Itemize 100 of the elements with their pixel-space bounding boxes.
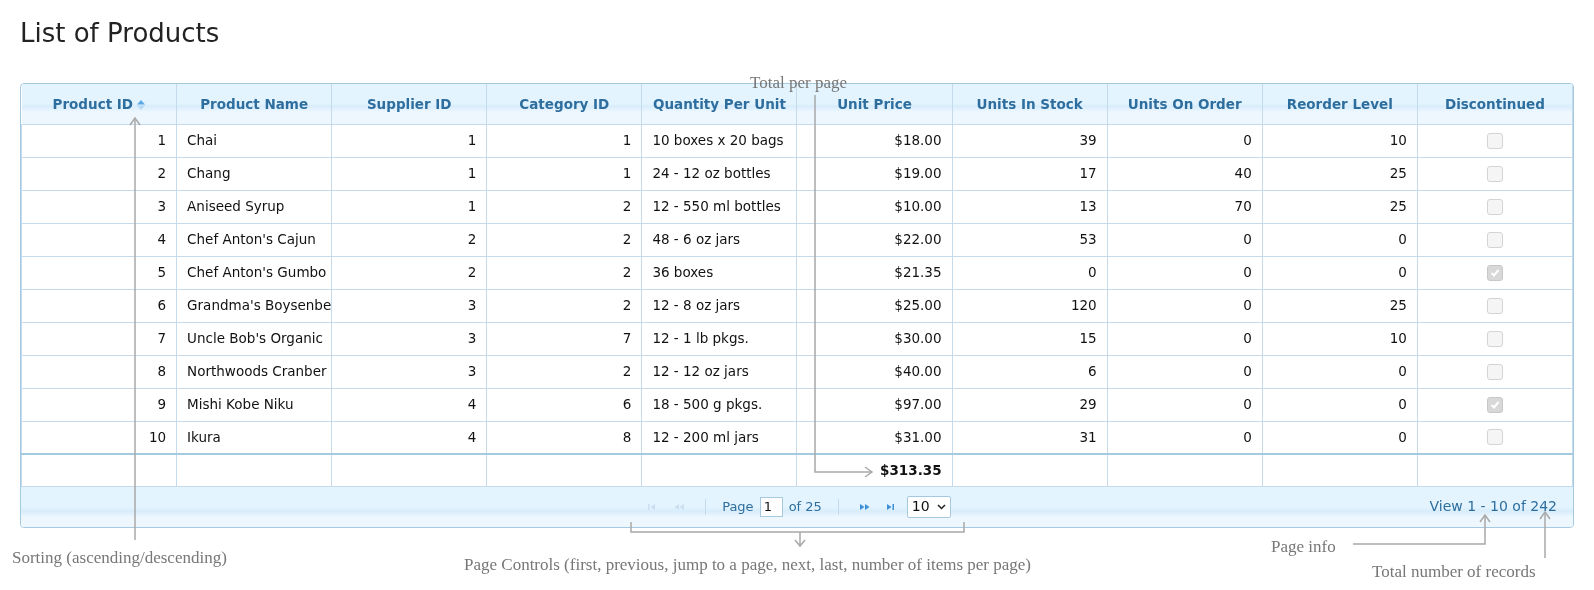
table-cell: 2 — [331, 223, 487, 256]
page-size-select[interactable]: 10 — [906, 495, 951, 518]
page-label: Page — [722, 497, 754, 516]
table-cell: 0 — [1262, 256, 1418, 289]
column-header[interactable]: Units On Order — [1107, 84, 1263, 124]
table-cell: 10 — [1262, 124, 1418, 157]
double-arrow-icon — [858, 501, 871, 512]
table-cell: 29 — [952, 388, 1108, 421]
callout-label: Page info — [1271, 536, 1336, 558]
table-cell: 24 - 12 oz bottles — [641, 157, 797, 190]
table-cell: 2 — [486, 355, 642, 388]
table-cell: 1 — [331, 190, 487, 223]
checkbox[interactable] — [1486, 297, 1503, 314]
checkbox[interactable] — [1486, 198, 1503, 215]
checkbox[interactable] — [1486, 264, 1503, 281]
table-cell: 2 — [21, 157, 177, 190]
checkbox[interactable] — [1486, 165, 1503, 182]
column-header[interactable]: Units In Stock — [952, 84, 1108, 124]
skip-icon — [884, 501, 897, 512]
table-cell: 1 — [486, 157, 642, 190]
table-cell: 6 — [21, 289, 177, 322]
table-cell: 13 — [952, 190, 1108, 223]
table-cell: 0 — [1107, 322, 1263, 355]
table-cell: 12 - 550 ml bottles — [641, 190, 797, 223]
table-cell: $19.00 — [796, 157, 953, 190]
table-cell: 1 — [331, 157, 487, 190]
table-cell: 10 — [21, 421, 177, 454]
table-cell: 25 — [1262, 289, 1418, 322]
callout-label: Total number of records — [1372, 561, 1536, 583]
table-cell: Chef Anton's Cajun — [176, 223, 332, 256]
table-cell: $25.00 — [796, 289, 953, 322]
page-info: View 1 - 10 of 242 — [1429, 497, 1557, 516]
table-cell: $10.00 — [796, 190, 953, 223]
table-cell: $40.00 — [796, 355, 953, 388]
table-cell: 0 — [1107, 223, 1263, 256]
table-cell: 25 — [1262, 157, 1418, 190]
table-cell: 2 — [486, 223, 642, 256]
page-title: List of Products — [20, 17, 220, 50]
table-cell: 12 - 12 oz jars — [641, 355, 797, 388]
chevron-down-icon — [936, 503, 946, 510]
table-cell: 0 — [1262, 223, 1418, 256]
table-cell: 15 — [952, 322, 1108, 355]
page-count: of 25 — [788, 497, 822, 516]
table-cell: 2 — [486, 256, 642, 289]
table-cell: 10 boxes x 20 bags — [641, 124, 797, 157]
column-header[interactable]: Product Name — [176, 84, 332, 124]
total-cell: $313.35 — [796, 454, 953, 486]
callout-label: Sorting (ascending/descending) — [12, 547, 227, 569]
table-cell: Chang — [176, 157, 332, 190]
table-cell: 2 — [486, 190, 642, 223]
checkbox[interactable] — [1486, 231, 1503, 248]
table-cell: 0 — [1107, 124, 1263, 157]
column-header[interactable]: Product ID — [21, 84, 177, 124]
table-cell: 8 — [21, 355, 177, 388]
table-cell: 25 — [1262, 190, 1418, 223]
table-cell: 1 — [331, 124, 487, 157]
table-cell: 12 - 8 oz jars — [641, 289, 797, 322]
column-header[interactable]: Category ID — [486, 84, 642, 124]
table-cell: 3 — [331, 322, 487, 355]
page-input[interactable]: 1 — [759, 496, 783, 517]
table-cell: 0 — [1107, 289, 1263, 322]
checkbox[interactable] — [1486, 363, 1503, 380]
table-cell: 6 — [486, 388, 642, 421]
table-cell: 7 — [486, 322, 642, 355]
column-header[interactable]: Reorder Level — [1262, 84, 1418, 124]
table-cell: 53 — [952, 223, 1108, 256]
table-cell: 12 - 1 lb pkgs. — [641, 322, 797, 355]
checkbox[interactable] — [1486, 132, 1503, 149]
table-cell: Mishi Kobe Niku — [176, 388, 332, 421]
table-cell: 9 — [21, 388, 177, 421]
table-cell: Chai — [176, 124, 332, 157]
table-cell: 3 — [331, 355, 487, 388]
checkbox[interactable] — [1486, 330, 1503, 347]
table-cell: 7 — [21, 322, 177, 355]
table-cell: 1 — [486, 124, 642, 157]
table-cell: Chef Anton's Gumbo — [176, 256, 332, 289]
table-cell: $30.00 — [796, 322, 953, 355]
table-cell: 0 — [1107, 388, 1263, 421]
table-cell: 39 — [952, 124, 1108, 157]
table-cell: 3 — [331, 289, 487, 322]
table-cell: 10 — [1262, 322, 1418, 355]
column-header[interactable]: Supplier ID — [331, 84, 487, 124]
table-cell: 4 — [21, 223, 177, 256]
table-cell: $18.00 — [796, 124, 953, 157]
table-cell: Northwoods Cranber — [176, 355, 332, 388]
table-cell: 2 — [331, 256, 487, 289]
check-icon — [1489, 399, 1500, 410]
table-cell: 0 — [1107, 355, 1263, 388]
checkbox[interactable] — [1486, 429, 1503, 446]
double-arrow-icon — [673, 501, 686, 512]
checkbox[interactable] — [1486, 396, 1503, 413]
table-cell: 18 - 500 g pkgs. — [641, 388, 797, 421]
table-cell: Grandma's Boysenbe — [176, 289, 332, 322]
table-cell: Uncle Bob's Organic — [176, 322, 332, 355]
sort-icon[interactable] — [137, 99, 146, 110]
table-cell: 17 — [952, 157, 1108, 190]
table-cell: $97.00 — [796, 388, 953, 421]
column-header[interactable]: Discontinued — [1417, 84, 1573, 124]
check-icon — [1489, 267, 1500, 278]
table-cell: 0 — [1262, 355, 1418, 388]
